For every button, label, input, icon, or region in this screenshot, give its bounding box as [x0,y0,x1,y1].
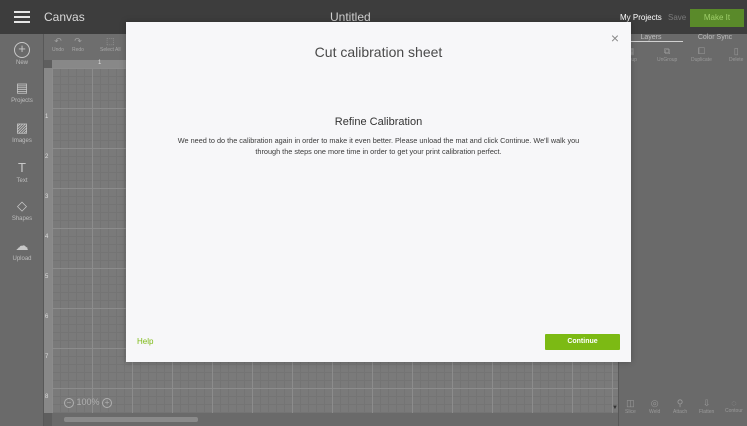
help-link[interactable]: Help [137,337,153,346]
delete-button[interactable]: ▯ Delete [729,46,743,63]
scrollbar-thumb[interactable] [64,417,198,422]
select-all-icon: ⬚ [106,36,115,46]
images-tool-label: Images [12,138,32,144]
undo-icon: ↶ [54,36,62,46]
redo-icon: ↷ [74,36,82,46]
close-icon[interactable]: × [609,31,621,45]
weld-icon: ◎ [650,398,659,408]
text-tool-label: Text [16,178,28,184]
modal-heading: Refine Calibration [334,116,423,128]
projects-tool[interactable]: ▤ Projects [0,80,44,104]
weld-label: Weld [649,409,661,415]
undo-label: Undo [52,47,64,53]
select-all-button[interactable]: ⬚ Select All [100,36,121,53]
ruler-left-mark: 6 [45,314,49,320]
ruler-left-mark: 4 [45,234,49,240]
ungroup-icon: ⧉ [663,46,671,56]
ruler-left-mark: 1 [45,114,49,120]
zoom-level: 100% [76,397,100,407]
upload-tool-label: Upload [12,256,32,262]
slice-icon: ◫ [626,398,635,408]
ungroup-label: UnGroup [657,57,678,63]
select-all-label: Select All [100,47,121,53]
left-tool-panel: + New ▤ Projects ▨ Images T Text ◇ Shape… [0,34,44,426]
delete-label: Delete [729,57,744,63]
ruler-left-mark: 8 [45,394,49,400]
layers-tabs: Layers Color Sync [619,34,747,44]
my-projects-link[interactable]: My Projects [620,13,662,22]
upload-icon: ☁ [15,238,29,253]
zoom-in-icon[interactable]: + [102,397,113,408]
zoom-out-icon[interactable]: − [64,397,74,408]
tab-color-sync[interactable]: Color Sync [683,34,747,41]
images-tool[interactable]: ▨ Images [0,120,44,144]
zoom-control: − 100% + [64,397,113,408]
ruler-left: 1 2 3 4 5 6 7 8 [44,68,52,413]
plus-circle-icon: + [14,42,30,58]
duplicate-label: Duplicate [691,57,712,63]
image-icon: ▨ [15,120,29,135]
duplicate-icon: ⧠ [697,46,706,56]
upload-tool[interactable]: ☁ Upload [0,238,44,262]
contour-label: Contour [725,408,743,414]
modal-title: Cut calibration sheet [314,44,443,60]
right-layers-panel: Layers Color Sync ▦ Group ⧉ UnGroup ⧠ Du… [618,34,747,426]
new-tool[interactable]: + New [0,42,44,66]
shapes-tool[interactable]: ◇ Shapes [0,198,44,222]
projects-icon: ▤ [15,80,29,95]
redo-button[interactable]: ↷ Redo [72,36,84,53]
slice-label: Slice [625,409,636,415]
text-icon: T [18,160,26,175]
contour-button[interactable]: ◌ Contour [725,398,743,414]
projects-tool-label: Projects [11,98,33,104]
horizontal-scrollbar[interactable] [52,413,618,426]
app-name: Canvas [44,10,85,24]
ruler-top-mark: 1 [98,60,102,66]
trash-icon: ▯ [733,46,739,56]
layer-actions: ▦ Group ⧉ UnGroup ⧠ Duplicate ▯ Delete [619,46,747,68]
slice-button[interactable]: ◫ Slice [625,398,636,415]
ruler-left-mark: 5 [45,274,49,280]
layer-bottom-actions: ◫ Slice ◎ Weld ⚲ Attach ⇩ Flatten ◌ Cont… [619,394,747,424]
undo-button[interactable]: ↶ Undo [52,36,64,53]
attach-button[interactable]: ⚲ Attach [673,398,687,415]
duplicate-button[interactable]: ⧠ Duplicate [691,46,712,63]
save-link[interactable]: Save [668,13,686,22]
flatten-icon: ⇩ [702,398,711,408]
attach-label: Attach [673,409,688,415]
shapes-tool-label: Shapes [11,216,33,222]
continue-button[interactable]: Continue [545,334,620,350]
redo-label: Redo [72,47,84,53]
menu-icon[interactable] [14,11,30,23]
ruler-left-mark: 7 [45,354,49,360]
flatten-label: Flatten [699,409,715,415]
ruler-left-mark: 3 [45,194,49,200]
text-tool[interactable]: T Text [0,160,44,184]
modal-body-text: We need to do the calibration again in o… [177,136,580,156]
calibration-modal: × Cut calibration sheet Refine Calibrati… [126,22,631,362]
make-it-button[interactable]: Make It [690,9,744,27]
weld-button[interactable]: ◎ Weld [649,398,660,415]
shapes-icon: ◇ [17,198,27,213]
ungroup-button[interactable]: ⧉ UnGroup [657,46,677,63]
flatten-button[interactable]: ⇩ Flatten [699,398,714,415]
new-tool-label: New [15,60,28,66]
contour-icon: ◌ [731,398,737,408]
attach-icon: ⚲ [676,398,684,408]
ruler-left-mark: 2 [45,154,49,160]
